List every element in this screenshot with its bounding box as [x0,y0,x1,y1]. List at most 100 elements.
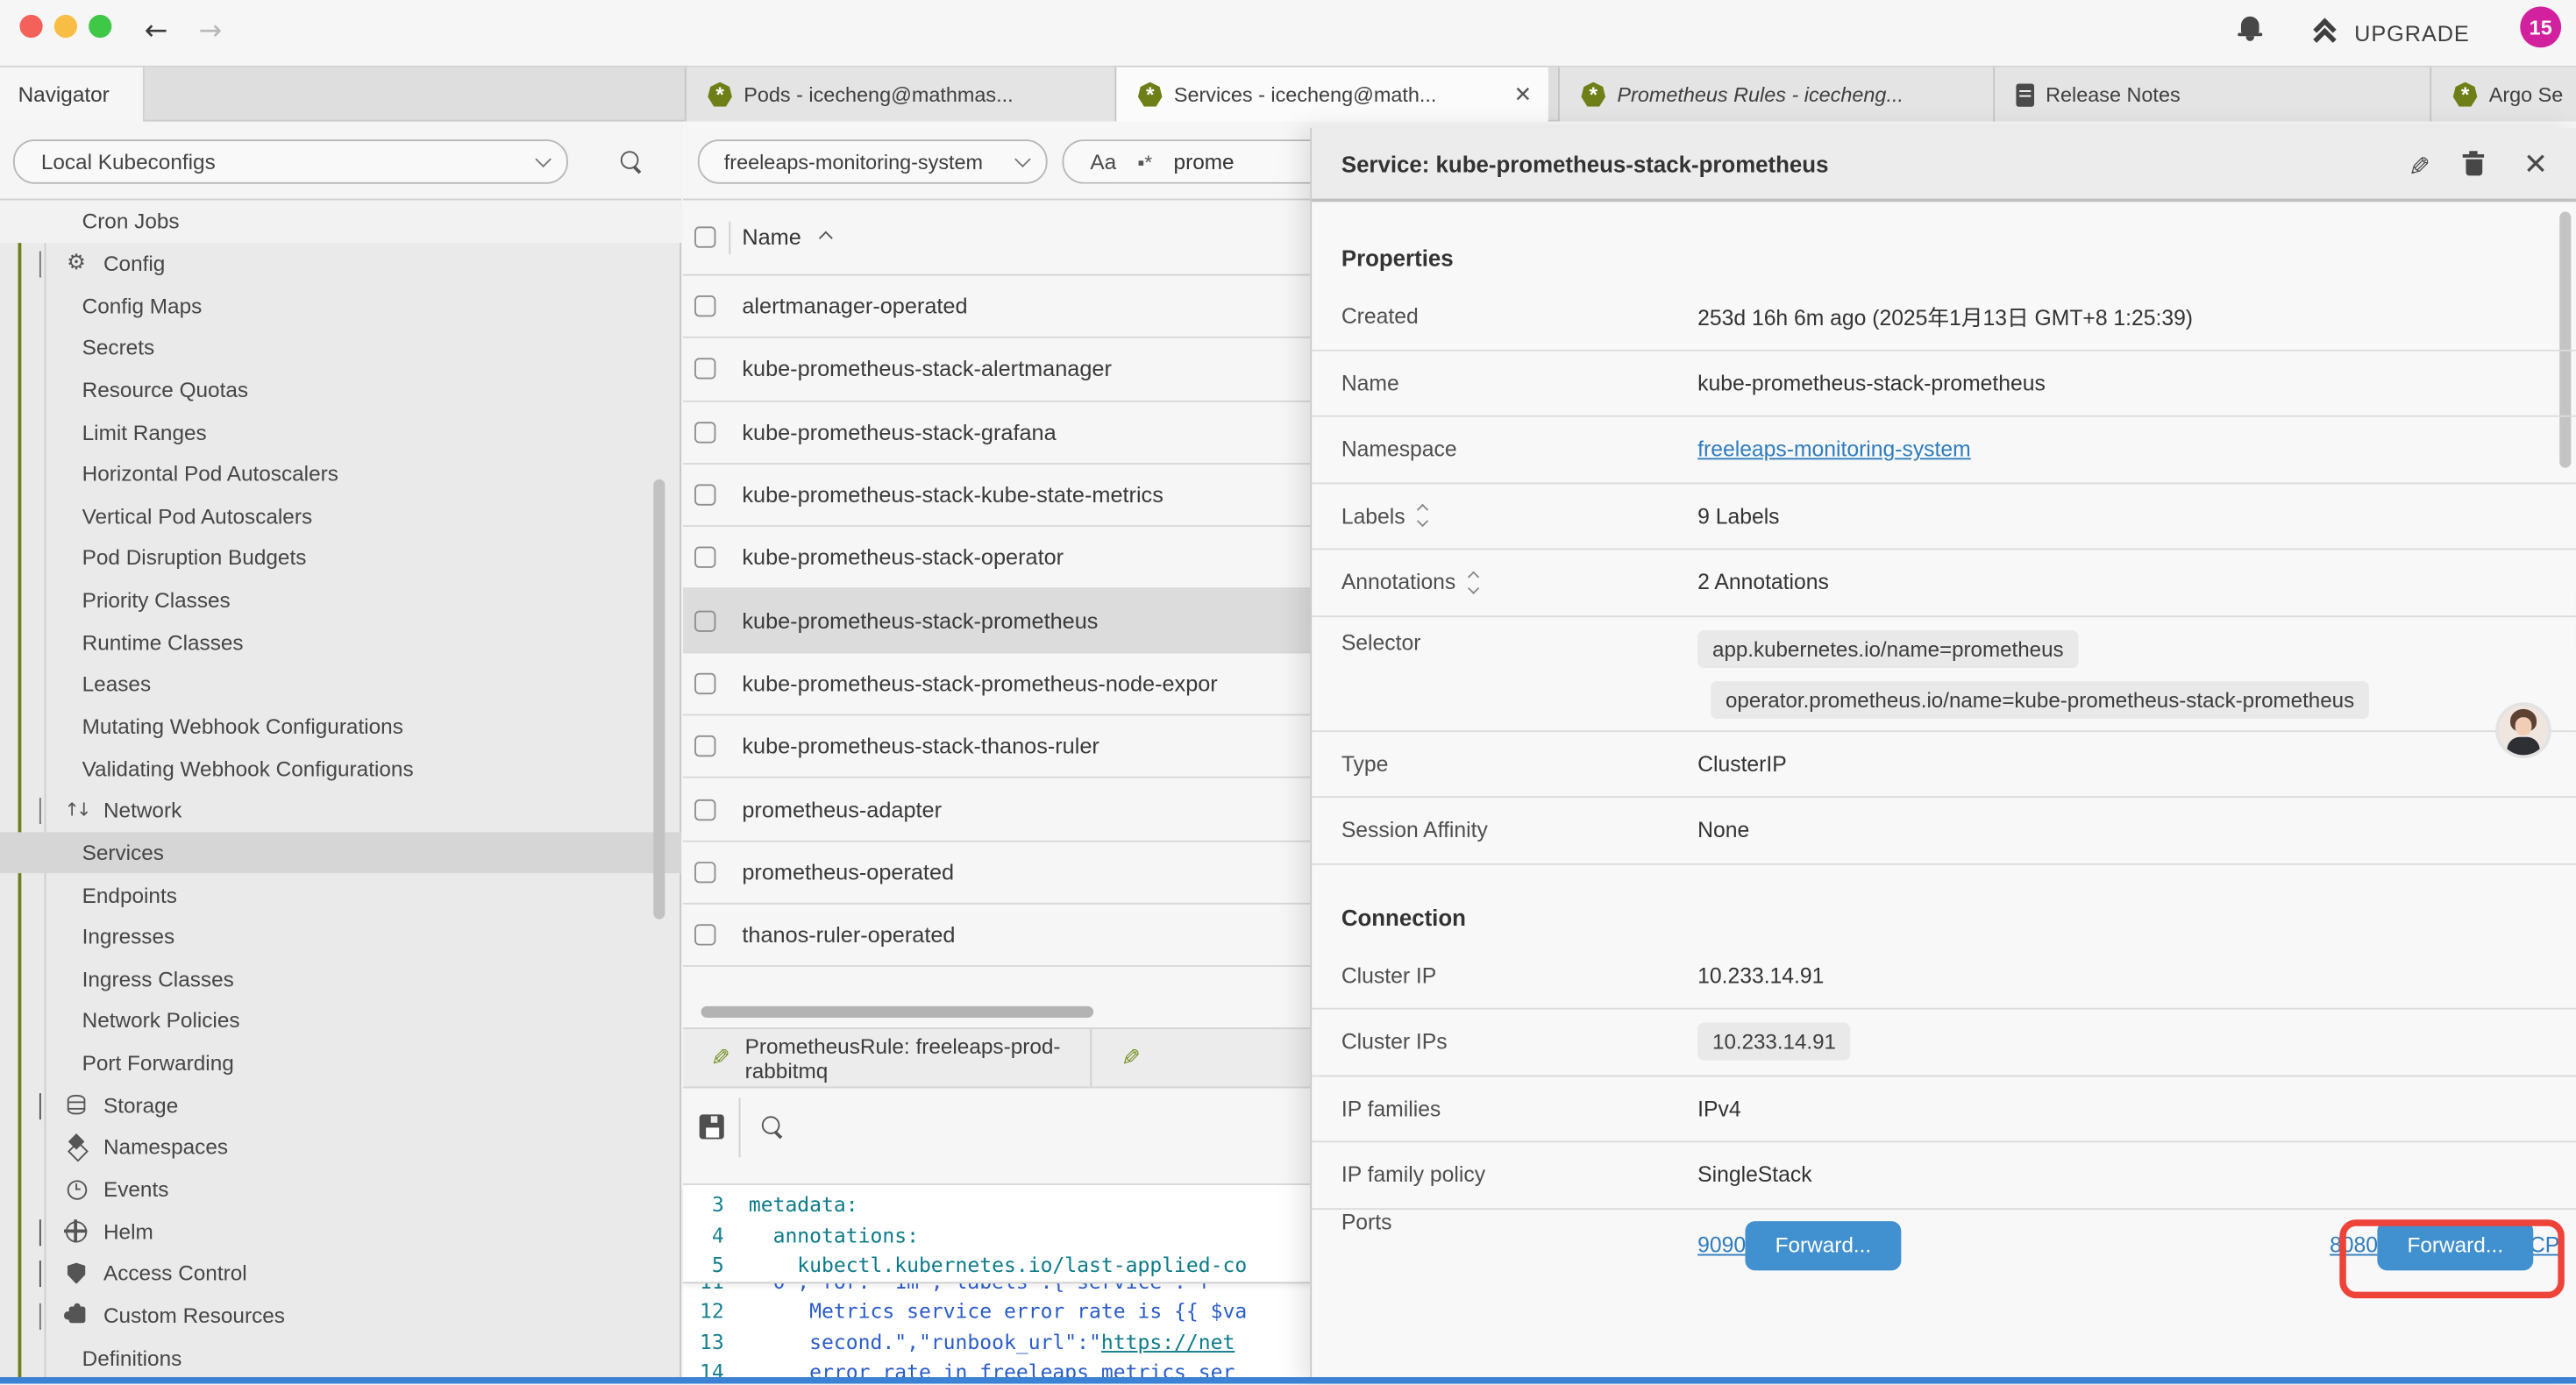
sidebar-item-horizontal-pod-autoscalers[interactable]: Horizontal Pod Autoscalers [0,453,681,495]
horizontal-scrollbar[interactable] [701,1006,1094,1018]
sidebar-item-config[interactable]: ⚙Config [0,242,681,284]
row-checkbox[interactable] [694,673,715,694]
resource-tree: Cron Jobs⚙ConfigConfig MapsSecretsResour… [0,200,681,1383]
sidebar-item-network[interactable]: ↑↓Network [0,790,681,832]
annotation-highlight [2339,1219,2565,1298]
assistant-avatar[interactable] [2495,702,2551,758]
chevron-right-icon[interactable] [39,1093,41,1119]
editor-search-icon[interactable] [760,1114,785,1139]
select-all-checkbox[interactable] [694,226,715,247]
upgrade-button[interactable]: UPGRADE [2315,10,2470,55]
sidebar-item-storage[interactable]: Storage [0,1084,681,1126]
tab-prometheus-rules-icecheng[interactable]: *Prometheus Rules - icecheng... [1558,67,1993,122]
sidebar-item-leases[interactable]: Leases [0,664,681,706]
sidebar-item-label: Horizontal Pod Autoscalers [82,461,338,486]
tab-argo-se[interactable]: *Argo Se [2430,67,2576,122]
detail-row: Cluster IPs10.233.14.91 [1312,1010,2576,1076]
detail-title: Service: kube-prometheus-stack-prometheu… [1341,128,1829,202]
forward-button[interactable]: Forward... [1745,1220,1901,1269]
tab-services-icecheng-math[interactable]: *Services - icecheng@math...✕ [1114,67,1548,122]
chevron-down-icon[interactable] [39,251,41,277]
sidebar-item-definitions[interactable]: Definitions [0,1337,681,1379]
sidebar-item-label: Services [82,841,164,865]
bell-icon[interactable] [2238,15,2260,41]
row-label: Selector [1341,629,1421,654]
zoom-window-light[interactable] [89,15,111,38]
tab-strip: Navigator *Pods - icecheng@mathmas...*Se… [0,67,2576,122]
toolbar-divider [739,1098,741,1157]
regex-icon[interactable]: ▪* [1137,150,1152,173]
sidebar-item-network-policies[interactable]: Network Policies [0,1000,681,1042]
row-checkbox[interactable] [694,359,715,380]
back-icon[interactable]: ← [145,11,168,51]
namespace-select-value: freeleaps-monitoring-system [724,150,983,173]
sidebar-item-validating-webhook-configurations[interactable]: Validating Webhook Configurations [0,748,681,790]
match-case-icon[interactable]: Aa [1090,149,1116,174]
filter-input[interactable]: Aa ▪* prome [1063,139,1341,184]
forward-icon[interactable]: → [199,11,223,51]
chevron-right-icon[interactable] [39,1261,41,1288]
layers-icon [64,1135,89,1160]
sidebar-item-custom-resources[interactable]: Custom Resources [0,1295,681,1337]
tab-navigator[interactable]: Navigator [0,67,145,122]
namespace-select[interactable]: freeleaps-monitoring-system [698,139,1048,184]
detail-row: Selectorapp.kubernetes.io/name=prometheu… [1312,616,2576,731]
notification-badge[interactable]: 15 [2520,6,2561,47]
sidebar-item-services[interactable]: Services [0,832,681,874]
namespace-link[interactable]: freeleaps-monitoring-system [1697,437,1971,462]
row-checkbox[interactable] [694,547,715,568]
close-icon[interactable]: ✕ [1504,82,1532,108]
sidebar-item-pod-disruption-budgets[interactable]: Pod Disruption Budgets [0,537,681,579]
chevron-right-icon[interactable] [39,1219,41,1246]
edit-icon[interactable]: ✎ [2409,151,2430,182]
sidebar-item-resource-quotas[interactable]: Resource Quotas [0,368,681,410]
row-value: None [1697,818,1749,842]
row-checkbox[interactable] [694,295,715,316]
detail-row: Namekube-prometheus-stack-prometheus [1312,351,2576,417]
sidebar-item-events[interactable]: Events [0,1168,681,1211]
save-icon[interactable] [700,1114,724,1139]
row-checkbox[interactable] [694,422,715,443]
sidebar-item-ingresses[interactable]: Ingresses [0,916,681,958]
sort-up-down-icon[interactable] [1419,506,1427,525]
sidebar-item-secrets[interactable]: Secrets [0,326,681,368]
sidebar-item-port-forwarding[interactable]: Port Forwarding [0,1042,681,1084]
editor-tab-prometheusrule[interactable]: ✎ PrometheusRule: freeleaps-prod-rabbitm… [683,1029,1092,1087]
sidebar-item-cron-jobs[interactable]: Cron Jobs [0,200,681,242]
sidebar-item-label: Leases [82,672,151,697]
sidebar-item-label: Storage [103,1093,178,1118]
row-checkbox[interactable] [694,799,715,820]
sidebar-item-helm[interactable]: Helm [0,1211,681,1253]
kubeconfig-select[interactable]: Local Kubeconfigs [13,139,568,184]
sidebar-item-limit-ranges[interactable]: Limit Ranges [0,411,681,453]
sidebar-item-namespaces[interactable]: Namespaces [0,1126,681,1168]
service-name: kube-prometheus-stack-grafana [742,420,1056,444]
sidebar-item-config-maps[interactable]: Config Maps [0,284,681,326]
sidebar-item-access-control[interactable]: Access Control [0,1253,681,1295]
row-checkbox[interactable] [694,484,715,505]
tab-release-notes[interactable]: Release Notes [1993,67,2430,122]
row-label: Type [1341,751,1389,776]
chevron-down-icon[interactable] [39,1303,41,1330]
kubeconfig-select-value: Local Kubeconfigs [41,149,216,174]
search-icon[interactable] [619,149,644,174]
tab-pods-icecheng-mathmas[interactable]: *Pods - icecheng@mathmas... [685,67,1115,122]
sidebar-item-ingress-classes[interactable]: Ingress Classes [0,958,681,1000]
sidebar-item-endpoints[interactable]: Endpoints [0,874,681,916]
row-value: 10.233.14.91 [1697,963,1824,988]
sidebar-item-runtime-classes[interactable]: Runtime Classes [0,621,681,664]
sidebar-item-priority-classes[interactable]: Priority Classes [0,579,681,621]
minimize-window-light[interactable] [54,15,77,38]
row-checkbox[interactable] [694,610,715,631]
sort-up-down-icon[interactable] [1469,572,1477,592]
sidebar-item-mutating-webhook-configurations[interactable]: Mutating Webhook Configurations [0,706,681,748]
row-checkbox[interactable] [694,924,715,945]
name-column-header[interactable]: Name [742,225,830,250]
sidebar-item-vertical-pod-autoscalers[interactable]: Vertical Pod Autoscalers [0,495,681,537]
close-icon[interactable]: ✕ [2523,151,2548,177]
row-checkbox[interactable] [694,862,715,883]
chevron-down-icon[interactable] [39,799,41,825]
row-checkbox[interactable] [694,735,715,756]
close-window-light[interactable] [19,15,42,38]
sidebar-scrollbar[interactable] [653,479,665,920]
